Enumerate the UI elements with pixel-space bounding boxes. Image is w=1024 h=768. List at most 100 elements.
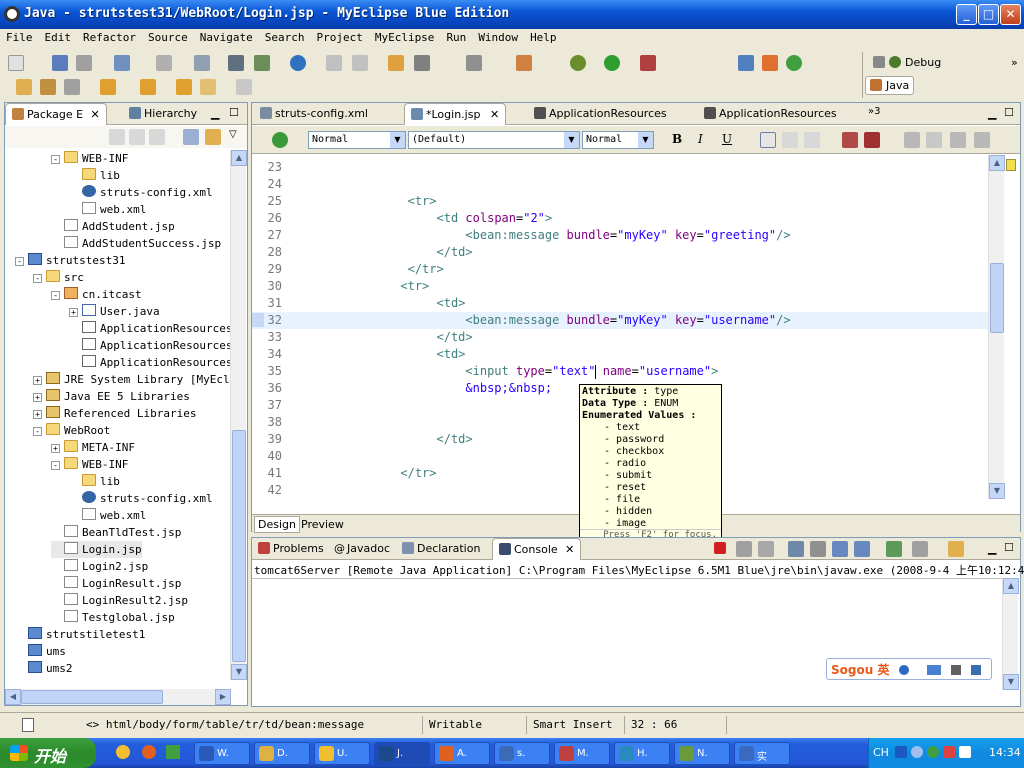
tree-item[interactable]: BeanTldTest.jsp <box>51 524 181 541</box>
refresh-icon[interactable] <box>786 55 802 71</box>
menu-navigate[interactable]: Navigate <box>194 29 259 44</box>
bullet-list-icon[interactable] <box>974 132 990 148</box>
tree-item[interactable]: ums <box>15 643 66 660</box>
taskbar-button[interactable]: U. <box>314 742 370 765</box>
editor-vertical-scrollbar[interactable]: ▲ ▼ <box>988 155 1005 499</box>
tree-item[interactable]: + JRE System Library [MyEcli <box>33 371 231 388</box>
expand-icon[interactable]: + <box>69 308 78 317</box>
tray-icon-4[interactable] <box>959 746 971 758</box>
taskbar-button[interactable]: N. <box>674 742 730 765</box>
tree-item[interactable]: struts-config.xml <box>69 184 213 201</box>
display-console-icon[interactable] <box>912 541 928 557</box>
expand-icon[interactable]: + <box>33 410 42 419</box>
underline-button[interactable]: U <box>722 132 732 146</box>
collapse-icon[interactable]: - <box>51 291 60 300</box>
scroll-right-arrow-icon[interactable]: ▶ <box>215 689 231 705</box>
tree-item[interactable]: + Referenced Libraries <box>33 405 196 422</box>
quicklaunch-icon-3[interactable] <box>166 745 180 759</box>
show-stderr-icon[interactable] <box>854 541 870 557</box>
align-center-icon[interactable] <box>782 132 798 148</box>
italic-button[interactable]: I <box>698 132 703 146</box>
tab-declaration[interactable]: Declaration <box>396 538 486 560</box>
wizard-icon[interactable] <box>388 55 404 71</box>
scroll-up-arrow-icon[interactable]: ▲ <box>231 150 247 166</box>
link-editor-icon[interactable] <box>205 129 221 145</box>
tree-item[interactable]: lib <box>69 473 120 490</box>
debug-perspective-button[interactable]: Debug <box>869 54 945 71</box>
close-tab-icon[interactable]: ✕ <box>91 108 100 121</box>
dropdown-arrow-icon[interactable]: ▼ <box>638 132 653 148</box>
taskbar-button[interactable]: D. <box>254 742 310 765</box>
tab-struts-config[interactable]: struts-config.xml <box>254 103 374 125</box>
palette-icon[interactable] <box>516 55 532 71</box>
back-icon[interactable] <box>200 79 216 95</box>
menu-refactor[interactable]: Refactor <box>77 29 142 44</box>
collapse-icon[interactable]: - <box>33 274 42 283</box>
clock[interactable]: 14:34 <box>989 746 1021 759</box>
tab-application-resources-1[interactable]: ApplicationResources <box>528 103 673 125</box>
scroll-down-arrow-icon[interactable]: ▼ <box>231 664 247 680</box>
code-line[interactable]: 34 <td> <box>252 346 988 363</box>
build-icon[interactable] <box>114 55 130 71</box>
tree-item[interactable]: - cn.itcast <box>51 286 142 303</box>
minimize-button[interactable]: _ <box>956 4 977 25</box>
show-stdout-icon[interactable] <box>832 541 848 557</box>
pin-console-icon[interactable] <box>886 541 902 557</box>
taskbar-button[interactable]: 实 <box>734 742 790 765</box>
up-nav-icon[interactable] <box>149 129 165 145</box>
tree-item[interactable]: strutstiletest1 <box>15 626 145 643</box>
tree-item[interactable]: ApplicationResources <box>69 354 231 371</box>
menu-window[interactable]: Window <box>472 29 524 44</box>
code-line[interactable]: 27 <bean:message bundle="myKey" key="gre… <box>252 227 988 244</box>
tree-item[interactable]: ApplicationResources <box>69 337 231 354</box>
code-line[interactable]: 25 <tr> <box>252 193 988 210</box>
outdent-icon[interactable] <box>904 132 920 148</box>
maximize-view-icon[interactable]: ☐ <box>229 106 239 119</box>
last-edit-icon[interactable] <box>176 79 192 95</box>
tree-item[interactable]: + User.java <box>69 303 160 320</box>
collapse-icon[interactable]: - <box>51 461 60 470</box>
code-line[interactable]: 26 <td colspan="2"> <box>252 210 988 227</box>
tabs-overflow[interactable]: »3 <box>868 106 880 117</box>
start-button[interactable]: 开始 <box>0 738 96 768</box>
maximize-editor-icon[interactable]: ☐ <box>1004 106 1014 119</box>
tree-item[interactable]: - WebRoot <box>33 422 110 439</box>
close-button[interactable]: ✕ <box>1000 4 1021 25</box>
tree-item[interactable]: + Java EE 5 Libraries <box>33 388 190 405</box>
tree-item[interactable]: Login2.jsp <box>51 558 148 575</box>
tab-hierarchy[interactable]: Hierarchy <box>123 103 203 125</box>
save-icon[interactable] <box>52 55 68 71</box>
tree-item[interactable]: ApplicationResources <box>69 320 231 337</box>
copy-icon[interactable] <box>352 55 368 71</box>
quicklaunch-icon-1[interactable] <box>116 745 130 759</box>
menu-edit[interactable]: Edit <box>39 29 78 44</box>
tree-item[interactable]: LoginResult2.jsp <box>51 592 188 609</box>
fill-color-icon[interactable] <box>842 132 858 148</box>
open-type-icon[interactable] <box>194 55 210 71</box>
taskbar-button[interactable]: M. <box>554 742 610 765</box>
tray-icon-1[interactable] <box>911 746 923 758</box>
h-scroll-thumb[interactable] <box>21 690 163 704</box>
user-icon[interactable] <box>950 665 961 675</box>
tree-horizontal-scrollbar[interactable]: ◀ ▶ <box>5 689 231 705</box>
close-tab-icon[interactable]: ✕ <box>490 108 499 121</box>
text-color-icon[interactable] <box>864 132 880 148</box>
browser-icon[interactable] <box>290 55 306 71</box>
run-icon[interactable] <box>604 55 620 71</box>
tray-icon-3[interactable] <box>943 746 955 758</box>
wrench-icon[interactable] <box>970 665 981 675</box>
minimize-view-icon[interactable]: ▁ <box>211 107 219 120</box>
taskbar-button[interactable]: A. <box>434 742 490 765</box>
expand-icon[interactable]: + <box>33 393 42 402</box>
new-project-icon[interactable] <box>738 55 754 71</box>
menu-file[interactable]: File <box>0 29 39 44</box>
tree-item[interactable]: web.xml <box>69 201 146 218</box>
search-tool-icon[interactable] <box>156 55 172 71</box>
dropdown-arrow-icon[interactable]: ▼ <box>390 132 405 148</box>
font-select[interactable]: (Default) ▼ <box>408 131 580 149</box>
tree-item[interactable]: LoginResult.jsp <box>51 575 181 592</box>
tab-application-resources-2[interactable]: ApplicationResources <box>698 103 843 125</box>
tree-item[interactable]: + META-INF <box>51 439 135 456</box>
forward-nav-icon[interactable] <box>129 129 145 145</box>
scroll-down-arrow-icon[interactable]: ▼ <box>989 483 1005 499</box>
